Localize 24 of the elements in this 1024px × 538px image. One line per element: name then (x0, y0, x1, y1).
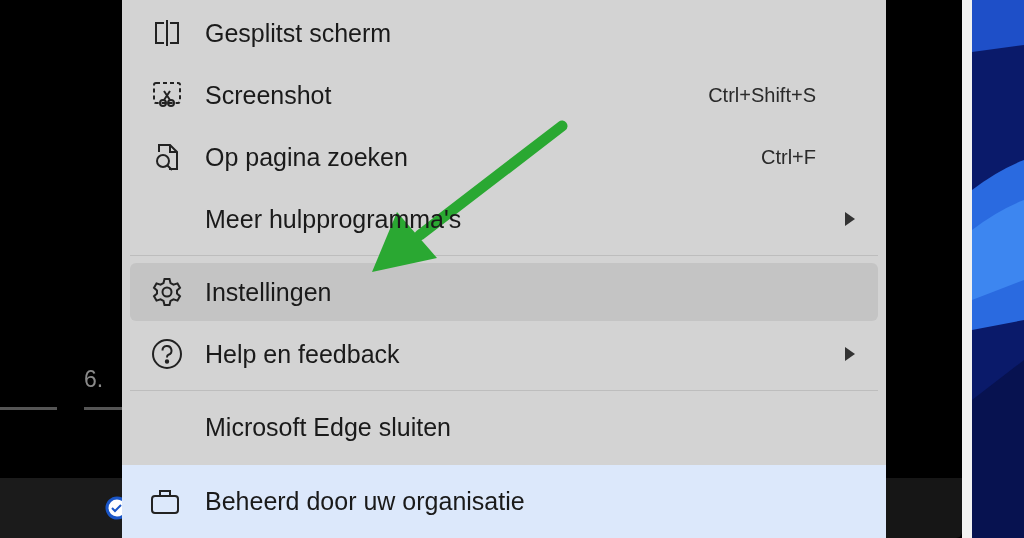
menu-item-label: Instellingen (205, 277, 332, 307)
managed-banner[interactable]: Beheerd door uw organisatie (122, 465, 886, 538)
page-search-icon (153, 142, 181, 172)
menu-item[interactable]: Gesplitst scherm (130, 4, 878, 62)
help-icon (151, 338, 183, 370)
shortcut: Ctrl+F (761, 145, 816, 169)
split-screen-icon (152, 20, 182, 46)
screenshot-icon (152, 81, 182, 109)
menu-item[interactable]: Microsoft Edge sluiten (130, 398, 878, 456)
menu-item[interactable]: Instellingen (130, 263, 878, 321)
menu-item-label: Microsoft Edge sluiten (205, 412, 451, 442)
menu-item-label: Screenshot (205, 80, 332, 110)
briefcase-icon (150, 488, 180, 515)
menu-item[interactable]: Help en feedback (130, 325, 878, 383)
settings-icon (152, 277, 182, 307)
menu-item-label: Op pagina zoeken (205, 142, 408, 172)
shortcut: Ctrl+Shift+S (708, 83, 816, 107)
menu-item-label: Gesplitst scherm (205, 18, 392, 48)
menu-item[interactable]: Op pagina zoeken Ctrl+F (130, 128, 878, 186)
managed-label: Beheerd door uw organisatie (205, 487, 525, 516)
menu-item-label: Help en feedback (205, 339, 400, 369)
check-icon (105, 496, 122, 520)
step-number: 6. (84, 366, 104, 393)
menu-item[interactable]: Screenshot Ctrl+Shift+S (130, 66, 878, 124)
